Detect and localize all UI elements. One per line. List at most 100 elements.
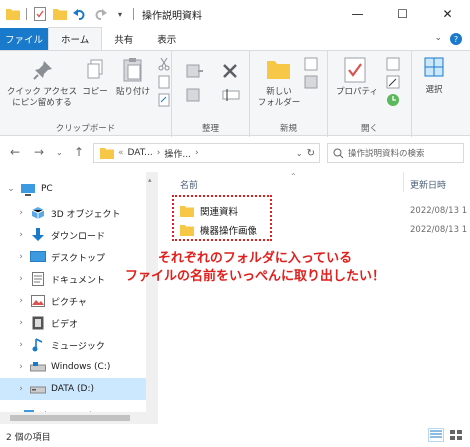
divider: [133, 8, 134, 20]
paste-shortcut-icon[interactable]: [158, 93, 170, 110]
large-icons-view-button[interactable]: [448, 428, 464, 442]
collapsed-chevron-icon[interactable]: ›: [16, 296, 26, 306]
collapsed-chevron-icon[interactable]: ›: [16, 208, 26, 218]
new-folder-icon[interactable]: [53, 7, 67, 21]
nav-item-3d-objects[interactable]: › 3D オブジェクト: [0, 202, 146, 224]
new-group: 新しい フォルダー 新規: [250, 51, 328, 137]
tab-view[interactable]: 表示: [145, 28, 188, 50]
column-header-name[interactable]: 名前: [180, 178, 198, 191]
collapsed-chevron-icon[interactable]: ›: [16, 362, 26, 372]
collapse-ribbon-icon[interactable]: ⌄: [434, 33, 442, 45]
copy-path-icon[interactable]: [158, 75, 170, 92]
recent-locations-icon[interactable]: ⌄: [56, 148, 63, 157]
history-icon[interactable]: [386, 93, 400, 110]
new-item-icon[interactable]: [304, 57, 318, 74]
copy-to-icon[interactable]: [186, 87, 204, 106]
open-icon[interactable]: [386, 57, 400, 74]
help-icon[interactable]: ?: [450, 33, 462, 45]
nav-item-music[interactable]: › ミュージック: [0, 334, 146, 356]
music-icon: [30, 338, 46, 352]
collapsed-chevron-icon[interactable]: ›: [16, 274, 26, 284]
horizontal-scrollbar[interactable]: [0, 412, 158, 424]
nav-item-downloads[interactable]: › ダウンロード: [0, 224, 146, 246]
expanded-chevron-icon[interactable]: ⌄: [6, 184, 16, 194]
details-view-icon: [430, 430, 442, 438]
sort-indicator-icon: ⌃: [290, 172, 297, 181]
select-label[interactable]: 選択: [418, 85, 450, 96]
address-segment-current[interactable]: 操作...: [164, 147, 191, 160]
navigation-pane-scrollbar[interactable]: ▴: [146, 172, 158, 412]
clipboard-group: クイック アクセス にピン留めする コピー 貼り付け クリップボード: [0, 51, 172, 137]
address-bar[interactable]: « DAT... › 操作... › ⌄ ↻: [93, 143, 320, 163]
pin-quick-access-label-2[interactable]: にピン留めする: [2, 98, 82, 109]
new-folder-icon[interactable]: [266, 57, 292, 84]
edit-icon[interactable]: [386, 75, 400, 92]
collapsed-chevron-icon[interactable]: ›: [16, 252, 26, 262]
collapsed-chevron-icon[interactable]: ›: [16, 318, 26, 328]
new-folder-label-2[interactable]: フォルダー: [254, 98, 304, 109]
details-view-button[interactable]: [428, 428, 444, 442]
address-separator[interactable]: ›: [195, 148, 199, 158]
item-count: 2 個の項目: [6, 432, 51, 443]
video-icon: [30, 316, 46, 330]
new-folder-label[interactable]: 新しい: [258, 87, 300, 98]
column-header-date[interactable]: 更新日時: [410, 178, 446, 191]
customize-qat-icon[interactable]: ▾: [113, 7, 127, 21]
back-button[interactable]: ←: [10, 145, 20, 159]
pc-icon: [20, 182, 36, 196]
undo-icon[interactable]: [73, 7, 87, 21]
collapsed-chevron-icon[interactable]: ›: [16, 384, 26, 394]
copy-icon[interactable]: [86, 59, 104, 84]
move-to-icon[interactable]: [186, 63, 204, 82]
file-date: 2022/08/13 1: [410, 225, 468, 235]
select-icon[interactable]: [424, 57, 444, 80]
easy-access-icon[interactable]: [304, 75, 318, 92]
highlight-box: [172, 195, 272, 241]
nav-item-label: DATA (D:): [51, 384, 95, 394]
collapsed-chevron-icon[interactable]: ›: [16, 340, 26, 350]
delete-icon[interactable]: [222, 63, 238, 82]
pin-icon[interactable]: [32, 59, 54, 84]
nav-item-pictures[interactable]: › ピクチャ: [0, 290, 146, 312]
column-divider[interactable]: [403, 172, 404, 192]
nav-item-data-d[interactable]: › DATA (D:): [0, 378, 146, 400]
nav-item-windows-c[interactable]: › Windows (C:): [0, 356, 146, 378]
rename-icon[interactable]: [222, 87, 240, 106]
nav-item-label: PC: [41, 184, 53, 194]
tab-file[interactable]: ファイル: [0, 28, 48, 50]
new-group-label: 新規: [279, 124, 297, 134]
nav-item-pc[interactable]: ⌄ PC: [0, 178, 146, 200]
navigation-pane: ⌄ PC › 3D オブジェクト › ダウンロード › デスクトップ › ドキュ…: [0, 172, 146, 427]
properties-label[interactable]: プロパティ: [332, 87, 382, 98]
address-separator[interactable]: ›: [157, 148, 161, 158]
properties-check-icon[interactable]: [33, 7, 47, 21]
search-box[interactable]: 操作説明資料の検索: [327, 143, 464, 163]
maximize-button[interactable]: ☐: [380, 0, 425, 28]
collapsed-chevron-icon[interactable]: ›: [16, 230, 26, 240]
window-title: 操作説明資料: [142, 10, 202, 22]
pin-quick-access-label[interactable]: クイック アクセス: [2, 87, 82, 98]
forward-button[interactable]: →: [34, 145, 44, 159]
address-segment-data[interactable]: DAT...: [128, 148, 153, 158]
scrollbar-thumb[interactable]: [10, 415, 130, 421]
cut-icon[interactable]: [158, 57, 170, 74]
paste-icon[interactable]: [122, 57, 144, 86]
tab-share[interactable]: 共有: [102, 28, 145, 50]
copy-label[interactable]: コピー: [80, 87, 110, 98]
search-input[interactable]: 操作説明資料の検索: [348, 147, 425, 159]
redo-icon[interactable]: [93, 7, 107, 21]
tab-home[interactable]: ホーム: [48, 27, 103, 50]
address-toolbar: ← → ⌄ ↑ « DAT... › 操作... › ⌄ ↻ 操作説明資料の検索: [0, 137, 470, 169]
properties-icon[interactable]: [344, 57, 366, 86]
scroll-up-icon[interactable]: ▴: [148, 176, 152, 184]
up-button[interactable]: ↑: [74, 145, 84, 159]
nav-item-videos[interactable]: › ビデオ: [0, 312, 146, 334]
nav-item-label: ミュージック: [51, 341, 105, 352]
close-button[interactable]: ✕: [425, 0, 470, 28]
address-overflow[interactable]: «: [118, 148, 124, 158]
minimize-button[interactable]: —: [335, 0, 380, 28]
paste-label[interactable]: 貼り付け: [112, 87, 154, 98]
refresh-icon[interactable]: ↻: [307, 148, 315, 159]
address-dropdown-icon[interactable]: ⌄: [296, 149, 303, 158]
folder-icon: [100, 147, 114, 159]
